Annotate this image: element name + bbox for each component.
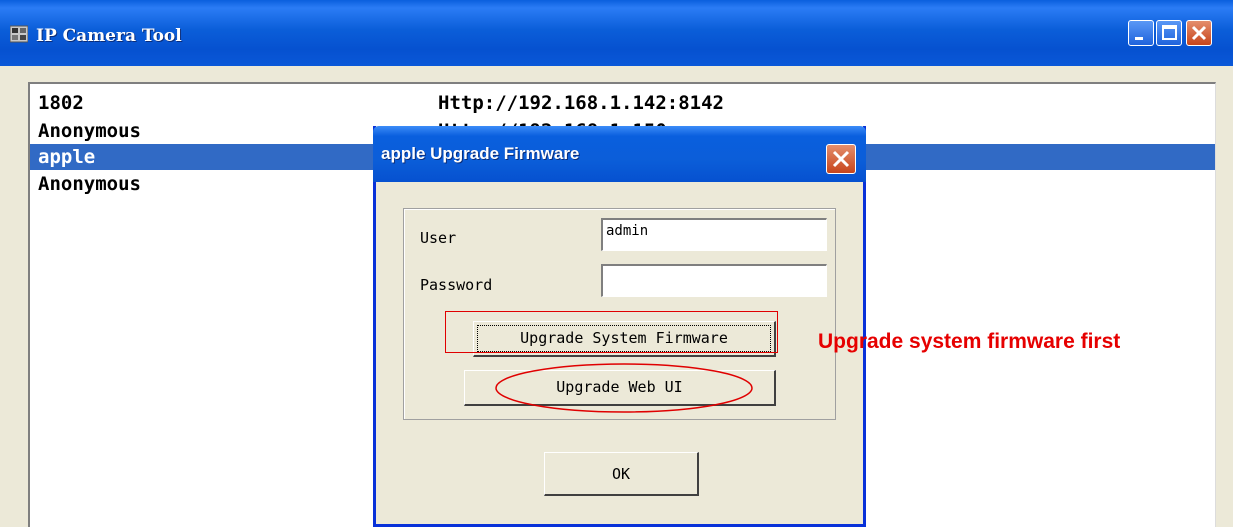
maximize-icon (1162, 25, 1177, 40)
user-label: User (420, 229, 457, 247)
close-button[interactable] (1186, 20, 1212, 46)
password-field[interactable] (601, 264, 827, 297)
device-name: apple (38, 146, 96, 168)
annotation-ellipse (495, 363, 753, 413)
device-name: Anonymous (38, 173, 141, 195)
annotation-text: Upgrade system firmware first (818, 330, 1121, 353)
camera-app-icon (10, 25, 28, 43)
dialog-title: apple Upgrade Firmware (381, 144, 580, 163)
maximize-button[interactable] (1156, 20, 1182, 46)
minimize-icon (1135, 37, 1143, 40)
close-icon (1191, 25, 1207, 41)
window-title: IP Camera Tool (36, 26, 182, 46)
user-field[interactable]: admin (601, 218, 827, 251)
title-bar[interactable]: IP Camera Tool (0, 0, 1233, 66)
device-url: Http://192.168.1.142:8142 (438, 92, 724, 114)
annotation-highlight-box (445, 311, 778, 353)
device-name: 1802 (38, 92, 84, 114)
device-name: Anonymous (38, 120, 141, 142)
ok-button[interactable]: OK (544, 452, 699, 496)
dialog-close-button[interactable] (826, 144, 856, 174)
ok-label: OK (611, 465, 631, 483)
list-item[interactable]: 1802 Http://192.168.1.142:8142 (30, 90, 1215, 116)
minimize-button[interactable] (1128, 20, 1154, 46)
close-icon (832, 150, 850, 168)
password-label: Password (420, 276, 493, 294)
dialog-title-bar[interactable]: apple Upgrade Firmware (373, 126, 866, 182)
